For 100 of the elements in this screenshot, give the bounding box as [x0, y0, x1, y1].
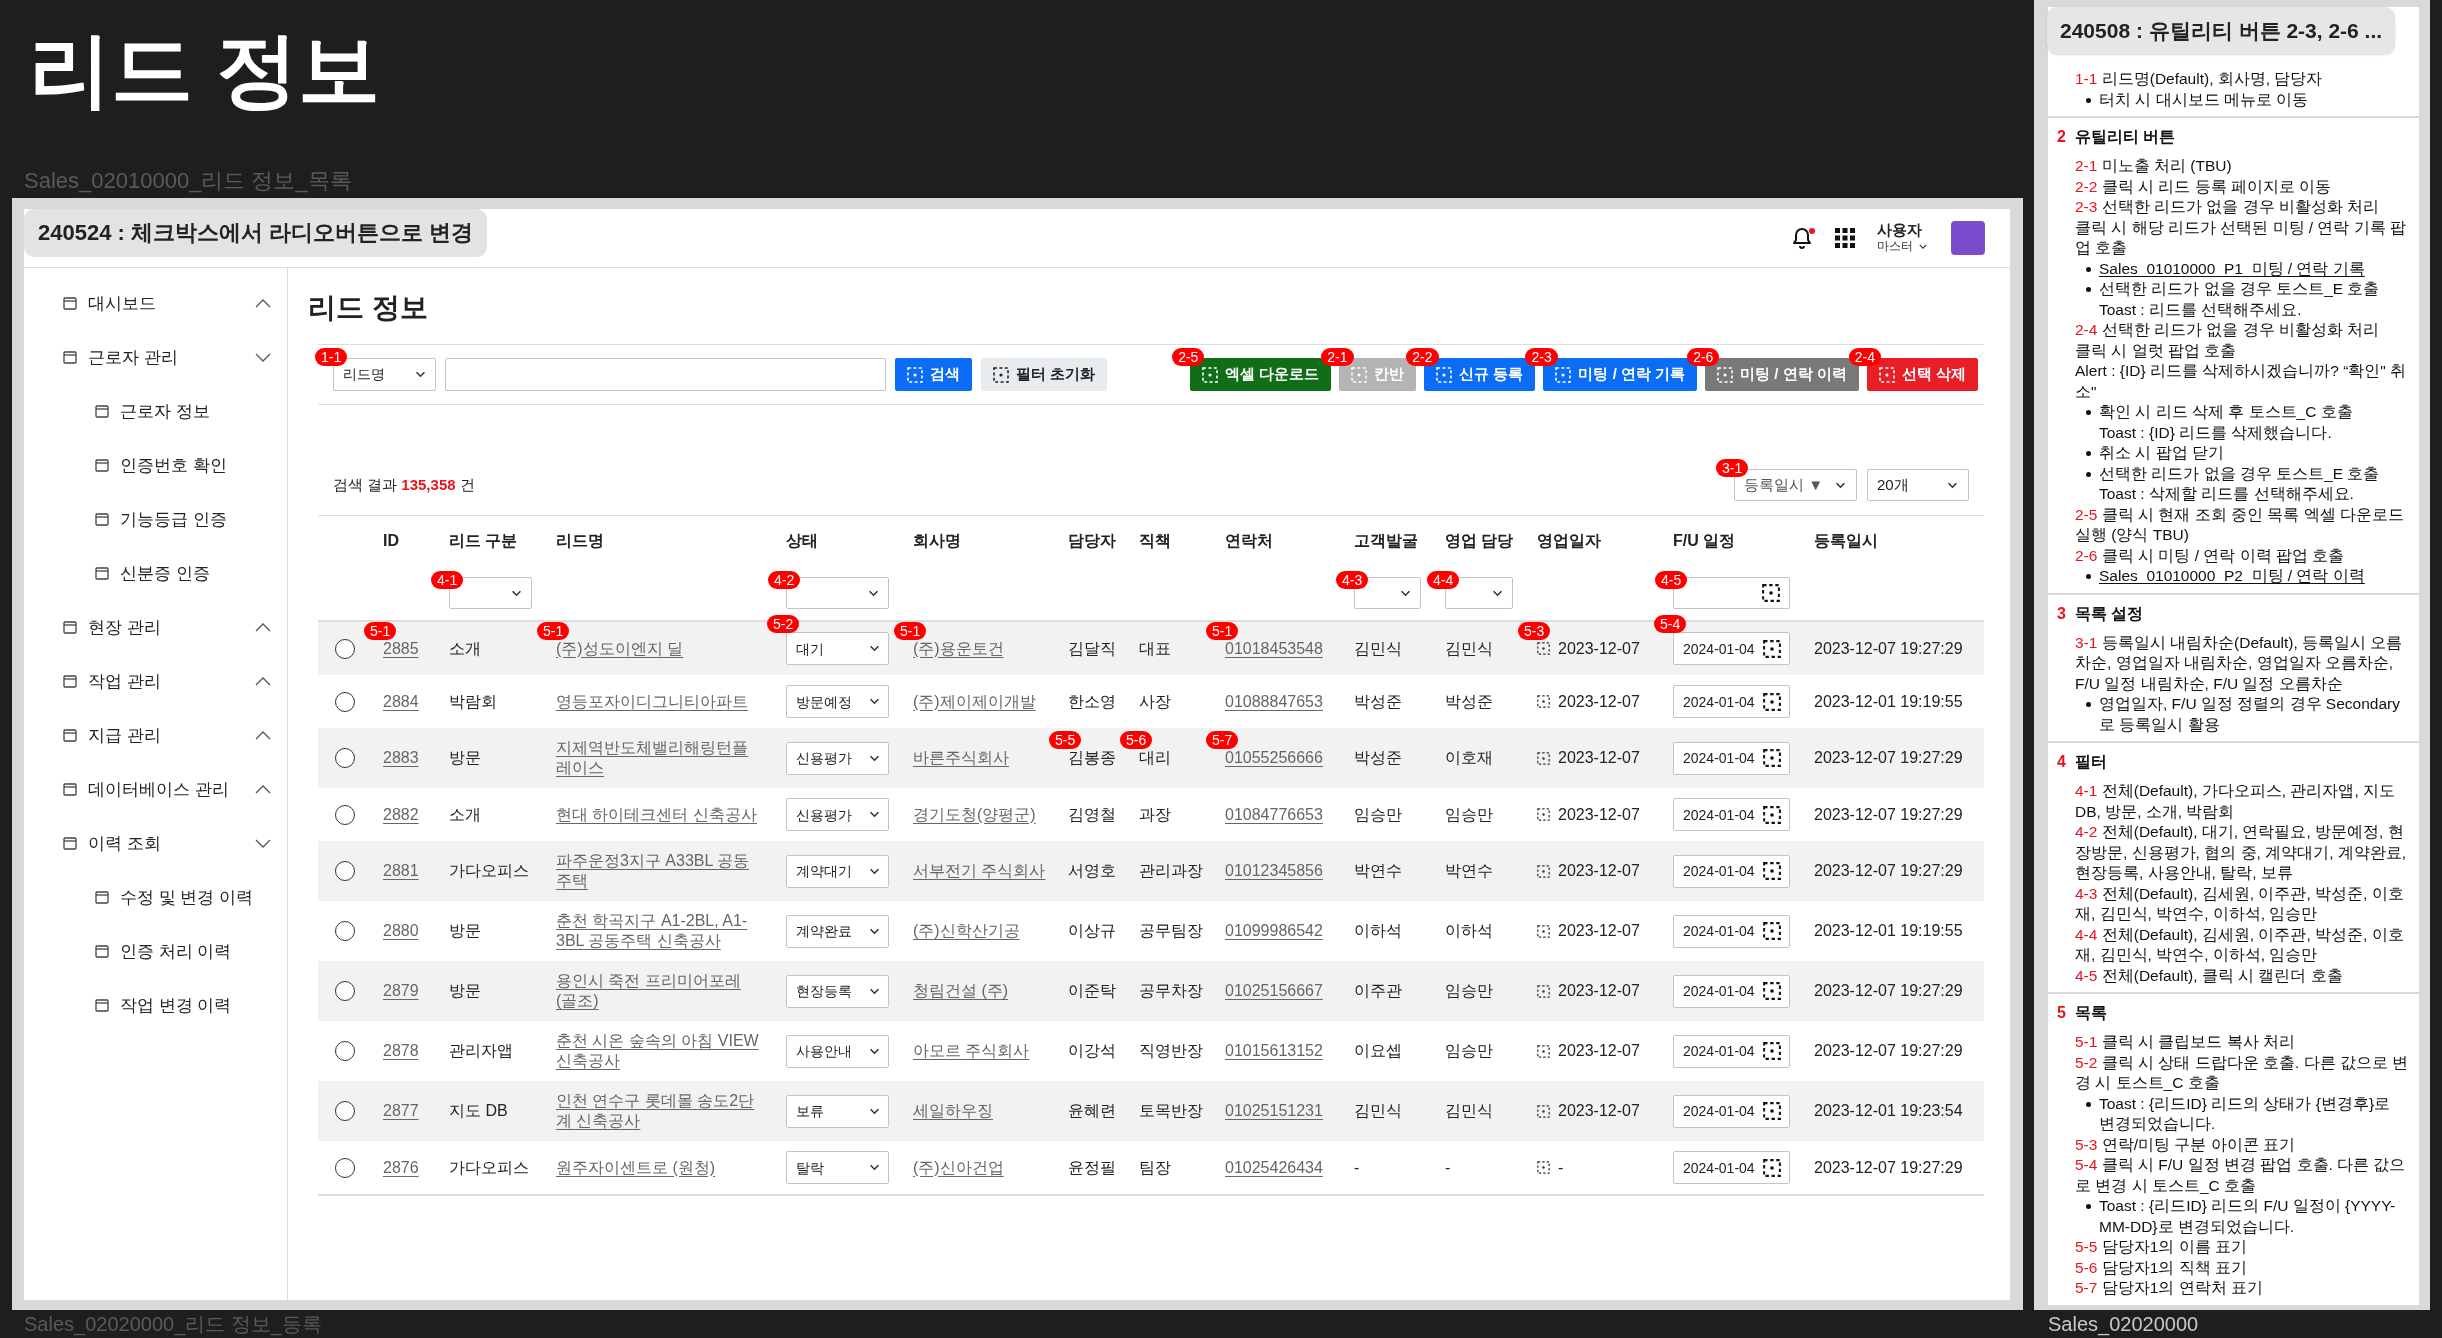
lead-id-link[interactable]: 2881: [383, 861, 419, 881]
follow-up-date-field[interactable]: 2024-01-04: [1673, 685, 1790, 718]
status-dropdown[interactable]: 신용평가: [786, 798, 889, 831]
lead-name-link[interactable]: 춘천 시온 숲속의 아침 VIEW 신축공사: [556, 1031, 761, 1071]
sidebar-item[interactable]: 기능등급 인증: [24, 492, 287, 546]
follow-up-date-field[interactable]: 2024-01-04: [1673, 632, 1790, 665]
lead-name-link[interactable]: 인천 연수구 롯데몰 송도2단계 신축공사: [556, 1091, 761, 1131]
radio-button[interactable]: [335, 1101, 355, 1121]
annotation-badge: 2-3: [1525, 348, 1558, 366]
sidebar-item[interactable]: 이력 조회: [24, 816, 287, 870]
sidebar-item[interactable]: 신분증 인증: [24, 546, 287, 600]
follow-up-date-field[interactable]: 2024-01-04: [1673, 1094, 1790, 1128]
company-link[interactable]: 바른주식회사: [913, 748, 1009, 768]
chevron-down-icon: [869, 754, 880, 762]
search-button[interactable]: 검색: [895, 358, 972, 391]
radio-button[interactable]: [335, 861, 355, 881]
phone-number-link[interactable]: 01015613152: [1225, 1041, 1323, 1061]
radio-button[interactable]: [335, 921, 355, 941]
sidebar-item[interactable]: 지급 관리: [24, 708, 287, 762]
lead-name-link[interactable]: 지제역반도체밸리해링턴플레이스: [556, 738, 761, 778]
lead-name-link[interactable]: 현대 하이테크센터 신축공사: [556, 804, 757, 825]
status-dropdown[interactable]: 사용안내: [786, 1034, 889, 1068]
column-header: 담당자: [1068, 531, 1116, 551]
lead-name-link[interactable]: 원주자이센트로 (원청): [556, 1157, 716, 1178]
lead-name-link[interactable]: 영등포자이디그니티아파트: [556, 691, 748, 712]
radio-button[interactable]: [335, 1157, 355, 1178]
bell-icon[interactable]: [1791, 226, 1813, 250]
document-link[interactable]: Sales_01010000_P1_미팅 / 연락 기록: [2099, 258, 2365, 279]
phone-number-link[interactable]: 01025426434: [1225, 1157, 1323, 1178]
lead-id-link[interactable]: 2884: [383, 691, 419, 712]
chevron-down-icon: [869, 867, 880, 875]
user-menu[interactable]: 사용자 마스터: [1877, 221, 1927, 255]
document-link[interactable]: Sales_01010000_P2_미팅 / 연락 이력: [2099, 566, 2365, 587]
lead-name-link[interactable]: (주)성도이엔지 딜: [556, 638, 684, 659]
status-dropdown[interactable]: 신용평가: [786, 741, 889, 775]
phone-number-link[interactable]: 01025156667: [1225, 981, 1323, 1001]
follow-up-date-field[interactable]: 2024-01-04: [1673, 974, 1790, 1008]
status-dropdown[interactable]: 대기: [786, 632, 889, 665]
company-link[interactable]: 청림건설 (주): [913, 981, 1009, 1001]
phone-number-link[interactable]: 01018453548: [1225, 638, 1323, 659]
lead-id-link[interactable]: 2876: [383, 1157, 419, 1178]
lead-id-link[interactable]: 2877: [383, 1101, 419, 1121]
sidebar-item[interactable]: 대시보드: [24, 276, 287, 330]
search-input[interactable]: [445, 358, 886, 391]
sidebar-item[interactable]: 인증 처리 이력: [24, 924, 287, 978]
follow-up-date-field[interactable]: 2024-01-04: [1673, 1034, 1790, 1068]
phone-number-link[interactable]: 01025151231: [1225, 1101, 1323, 1121]
follow-up-date-field[interactable]: 2024-01-04: [1673, 741, 1790, 775]
annotation-badge: 2-6: [1687, 348, 1720, 366]
status-dropdown[interactable]: 현장등록: [786, 974, 889, 1008]
registered-datetime: 2023-12-07 19:27:29: [1814, 861, 1963, 881]
phone-number-link[interactable]: 01099986542: [1225, 921, 1323, 941]
page-heading: 리드 정보: [29, 23, 380, 117]
lead-id-link[interactable]: 2883: [383, 748, 419, 768]
phone-number-link[interactable]: 01084776653: [1225, 804, 1323, 825]
sidebar-item[interactable]: 현장 관리: [24, 600, 287, 654]
company-link[interactable]: (주)신아건업: [913, 1157, 1004, 1178]
radio-button[interactable]: [335, 804, 355, 825]
phone-number-link[interactable]: 01012345856: [1225, 861, 1323, 881]
sidebar-item[interactable]: 인증번호 확인: [24, 438, 287, 492]
follow-up-date-field[interactable]: 2024-01-04: [1673, 798, 1790, 831]
company-link[interactable]: (주)용운토건: [913, 638, 1004, 659]
lead-id-link[interactable]: 2879: [383, 981, 419, 1001]
radio-button[interactable]: [335, 748, 355, 768]
company-link[interactable]: 아모르 주식회사: [913, 1041, 1030, 1061]
status-dropdown[interactable]: 탈락: [786, 1151, 889, 1184]
follow-up-date-field[interactable]: 2024-01-04: [1673, 914, 1790, 948]
lead-id-link[interactable]: 2880: [383, 921, 419, 941]
sidebar-item[interactable]: 수정 및 변경 이력: [24, 870, 287, 924]
status-dropdown[interactable]: 보류: [786, 1094, 889, 1128]
sidebar-item[interactable]: 근로자 관리: [24, 330, 287, 384]
sidebar-item[interactable]: 근로자 정보: [24, 384, 287, 438]
lead-name-link[interactable]: 용인시 죽전 프리미어포레 (골조): [556, 971, 761, 1011]
phone-number-link[interactable]: 01055256666: [1225, 748, 1323, 768]
status-dropdown[interactable]: 계약완료: [786, 914, 889, 948]
company-link[interactable]: (주)제이제이개발: [913, 691, 1036, 712]
grid-icon[interactable]: [1835, 228, 1855, 248]
follow-up-date-field[interactable]: 2024-01-04: [1673, 1151, 1790, 1184]
page-size-dropdown[interactable]: 20개: [1867, 469, 1969, 501]
radio-button[interactable]: [335, 691, 355, 712]
lead-id-link[interactable]: 2882: [383, 804, 419, 825]
company-link[interactable]: 경기도청(양평군): [913, 804, 1036, 825]
lead-id-link[interactable]: 2878: [383, 1041, 419, 1061]
follow-up-date-field[interactable]: 2024-01-04: [1673, 854, 1790, 888]
lead-name-link[interactable]: 춘천 학곡지구 A1-2BL, A1-3BL 공동주택 신축공사: [556, 911, 761, 951]
status-dropdown[interactable]: 방문예정: [786, 685, 889, 718]
radio-button[interactable]: [335, 981, 355, 1001]
sidebar-item[interactable]: 작업 변경 이력: [24, 978, 287, 1032]
reset-filter-button[interactable]: 필터 초기화: [981, 358, 1108, 391]
status-dropdown[interactable]: 계약대기: [786, 854, 889, 888]
company-link[interactable]: (주)신학산기공: [913, 921, 1020, 941]
sidebar-item[interactable]: 데이터베이스 관리: [24, 762, 287, 816]
radio-button[interactable]: [335, 1041, 355, 1061]
company-link[interactable]: 세일하우징: [913, 1101, 993, 1121]
lead-name-link[interactable]: 파주운정3지구 A33BL 공동주택: [556, 851, 761, 891]
sidebar-item[interactable]: 작업 관리: [24, 654, 287, 708]
radio-button[interactable]: [335, 638, 355, 659]
lead-id-link[interactable]: 2885: [383, 638, 419, 659]
company-link[interactable]: 서부전기 주식회사: [913, 861, 1046, 881]
phone-number-link[interactable]: 01088847653: [1225, 691, 1323, 712]
